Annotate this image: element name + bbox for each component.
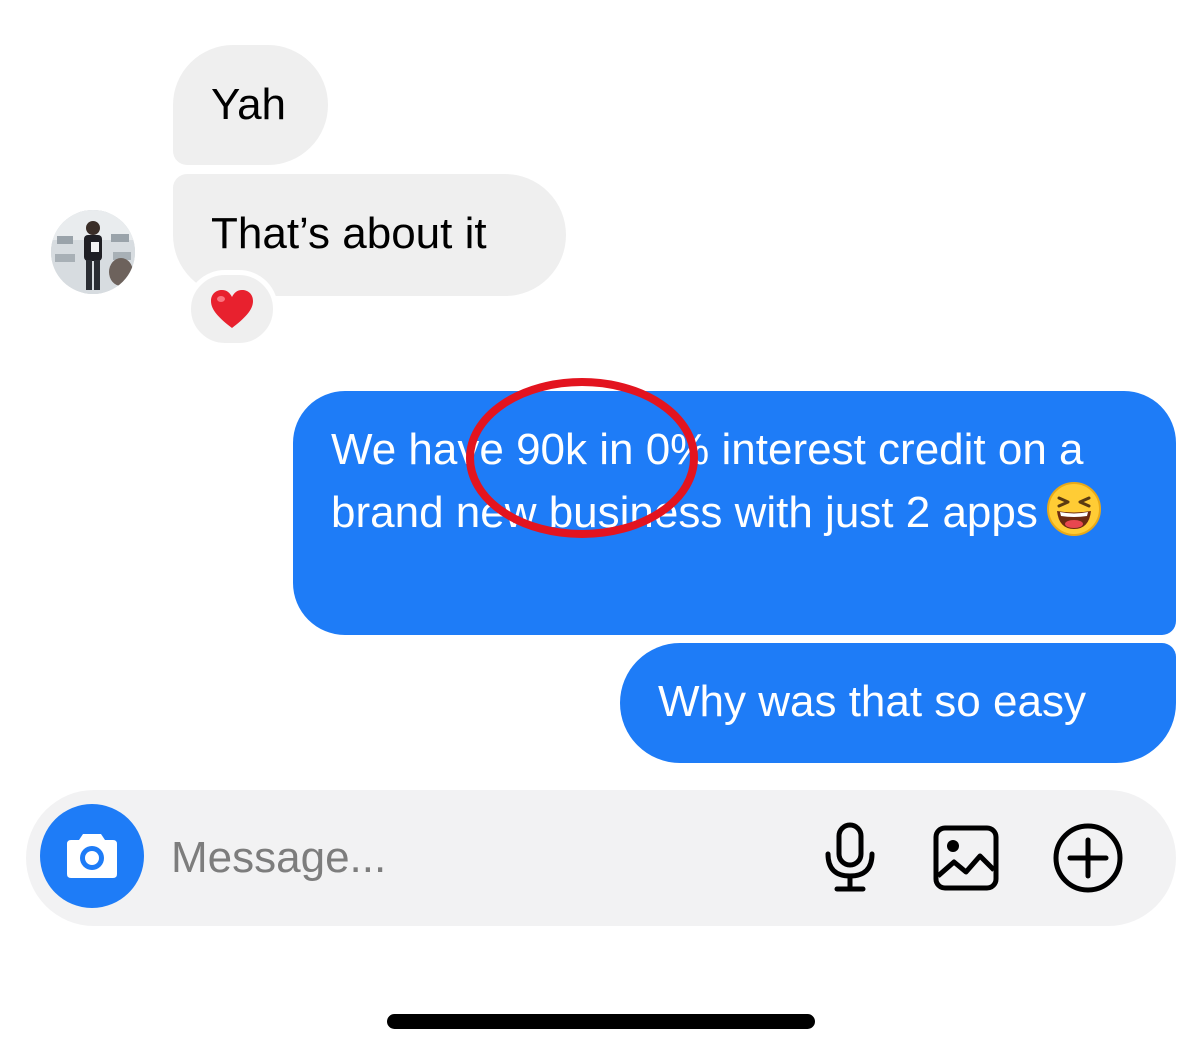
- home-indicator[interactable]: [387, 1014, 815, 1029]
- gallery-button[interactable]: [929, 821, 1003, 895]
- camera-button[interactable]: [40, 804, 144, 908]
- heart-reaction[interactable]: [186, 270, 278, 348]
- message-text: Why was that so easy: [658, 677, 1086, 726]
- message-text: That’s about it: [211, 209, 487, 258]
- incoming-message[interactable]: Yah: [173, 45, 328, 165]
- message-text: Yah: [211, 80, 287, 129]
- heart-icon: [211, 290, 253, 328]
- message-text: We have 90k in 0% interest credit on a b…: [331, 425, 1084, 537]
- microphone-button[interactable]: [813, 821, 887, 895]
- outgoing-message[interactable]: Why was that so easy: [620, 643, 1176, 763]
- avatar[interactable]: [51, 210, 135, 294]
- outgoing-message[interactable]: We have 90k in 0% interest credit on a b…: [293, 391, 1176, 635]
- chat-screen: Yah That’s about it We have 90k in 0% in…: [0, 0, 1200, 1054]
- avatar-photo: [51, 210, 135, 294]
- camera-icon: [67, 834, 117, 878]
- message-composer: [26, 790, 1176, 926]
- message-input[interactable]: [171, 828, 731, 888]
- gallery-icon: [933, 825, 999, 891]
- plus-icon: [1053, 823, 1123, 893]
- laughing-face-icon: [1046, 481, 1102, 554]
- add-button[interactable]: [1051, 821, 1125, 895]
- microphone-icon: [825, 822, 875, 892]
